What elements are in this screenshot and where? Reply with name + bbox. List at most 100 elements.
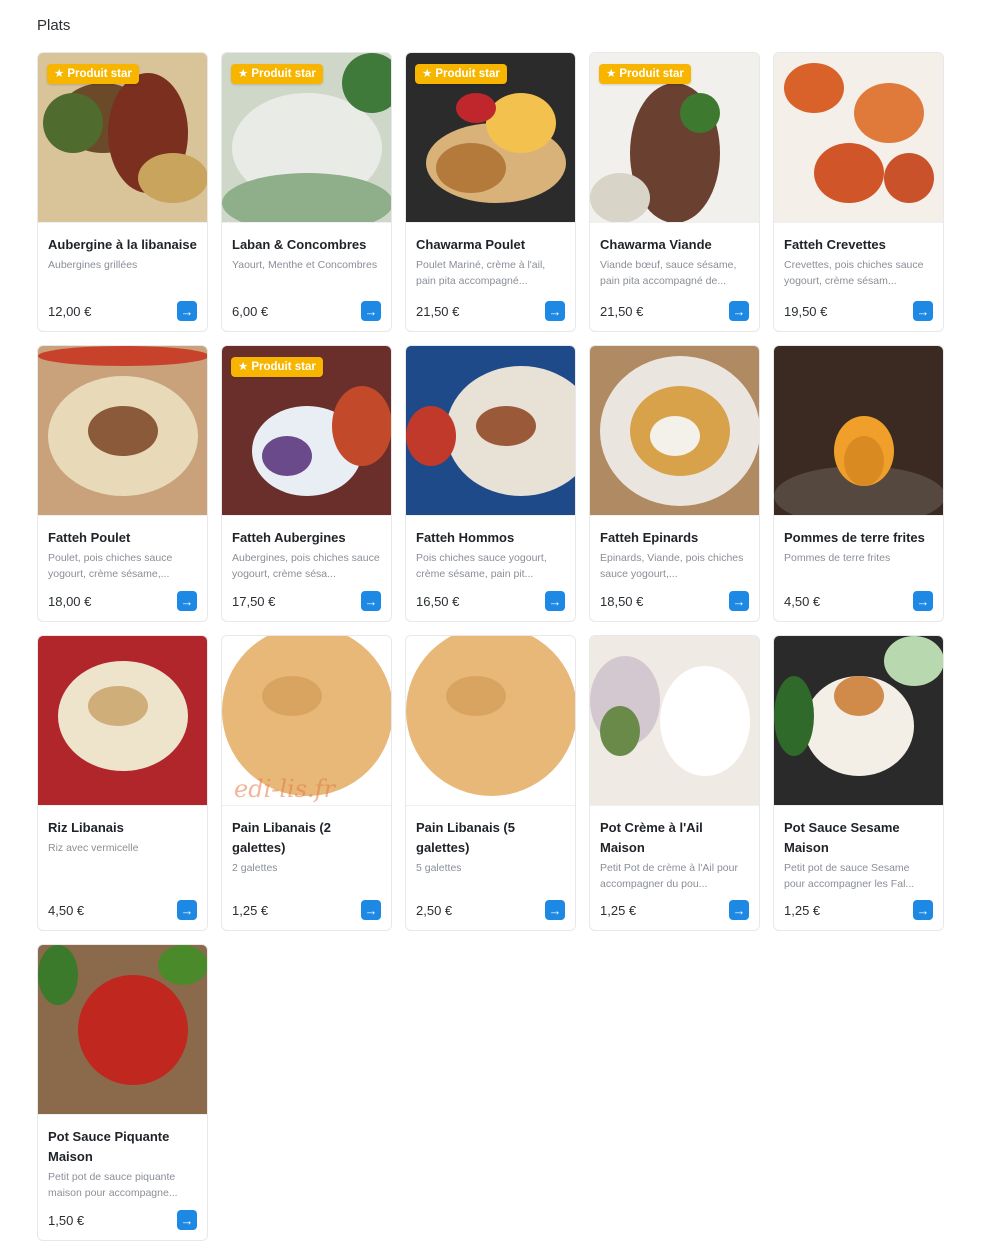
product-image[interactable]: ★ Produit star: [406, 53, 575, 223]
product-price: 1,50 €: [48, 1212, 85, 1228]
product-info: Pot Sauce Sesame Maison Petit pot de sauc…: [774, 806, 943, 930]
product-description: Petit pot de sauce piquante maison pour …: [48, 1171, 178, 1199]
product-description: 5 galettes: [416, 862, 462, 874]
view-product-button[interactable]: →: [177, 900, 197, 920]
product-name[interactable]: Chawarma Poulet: [416, 235, 565, 255]
product-image[interactable]: ★ Produit star: [222, 53, 391, 223]
product-image[interactable]: [590, 636, 759, 806]
product-image[interactable]: ★ Produit star: [590, 53, 759, 223]
view-product-button[interactable]: →: [177, 301, 197, 321]
view-product-button[interactable]: →: [913, 301, 933, 321]
product-card[interactable]: Pommes de terre frites Pommes de terre fr…: [773, 345, 944, 622]
product-image[interactable]: ★ Produit star: [222, 346, 391, 516]
view-product-button[interactable]: →: [729, 900, 749, 920]
product-name[interactable]: Aubergine à la libanaise: [48, 235, 197, 255]
product-name[interactable]: Pommes de terre frites: [784, 528, 933, 548]
product-description: Petit pot de sauce Sesame pour accompagn…: [784, 862, 915, 890]
product-card[interactable]: Pain Libanais (5 galettes) 5 galettes 2,50…: [405, 635, 576, 931]
product-image[interactable]: [38, 636, 207, 806]
product-card[interactable]: Pot Crème à l'Ail Maison Petit Pot de crè…: [589, 635, 760, 931]
product-image[interactable]: edi-lis.fr: [222, 636, 391, 806]
product-card[interactable]: ★ Produit star Chawarma Viande Viande bœuf,…: [589, 52, 760, 332]
arrow-right-icon: →: [732, 593, 746, 609]
arrow-right-icon: →: [364, 303, 378, 319]
product-price: 1,25 €: [232, 902, 269, 918]
product-name[interactable]: Pot Crème à l'Ail Maison: [600, 818, 749, 858]
arrow-right-icon: →: [548, 902, 562, 918]
product-footer: 2,50 € →: [416, 900, 565, 920]
product-image[interactable]: [406, 346, 575, 516]
product-price: 16,50 €: [416, 593, 460, 609]
product-image[interactable]: [774, 53, 943, 223]
product-name[interactable]: Fatteh Hommos: [416, 528, 565, 548]
product-image[interactable]: [406, 636, 575, 806]
product-price: 12,00 €: [48, 303, 92, 319]
product-name[interactable]: Pain Libanais (5 galettes): [416, 818, 565, 858]
product-info: Pain Libanais (2 galettes) 2 galettes 1,25…: [222, 806, 391, 930]
view-product-button[interactable]: →: [545, 301, 565, 321]
product-description: Pois chiches sauce yogourt, crème sésame…: [416, 552, 547, 580]
view-product-button[interactable]: →: [729, 591, 749, 611]
section-title: Plats: [37, 17, 71, 34]
product-price: 1,25 €: [600, 902, 637, 918]
product-card[interactable]: Fatteh Hommos Pois chiches sauce yogourt,…: [405, 345, 576, 622]
product-card[interactable]: edi-lis.fr Pain Libanais (2 galettes) 2 ga…: [221, 635, 392, 931]
product-name[interactable]: Fatteh Epinards: [600, 528, 749, 548]
product-card[interactable]: Pot Sauce Sesame Maison Petit pot de sauc…: [773, 635, 944, 931]
product-description: Poulet, pois chiches sauce yogourt, crèm…: [48, 552, 173, 580]
view-product-button[interactable]: →: [913, 591, 933, 611]
product-footer: 17,50 € →: [232, 591, 381, 611]
product-card[interactable]: ★ Produit star Chawarma Poulet Poulet Marin…: [405, 52, 576, 332]
arrow-right-icon: →: [548, 593, 562, 609]
product-card[interactable]: ★ Produit star Aubergine à la libanaise Aub…: [37, 52, 208, 332]
view-product-button[interactable]: →: [545, 900, 565, 920]
view-product-button[interactable]: →: [913, 900, 933, 920]
product-price: 18,50 €: [600, 593, 644, 609]
product-info: Fatteh Crevettes Crevettes, pois chiches …: [774, 223, 943, 331]
view-product-button[interactable]: →: [361, 301, 381, 321]
product-image[interactable]: [590, 346, 759, 516]
product-footer: 1,25 € →: [600, 900, 749, 920]
product-card[interactable]: ★ Produit star Fatteh Aubergines Aubergines…: [221, 345, 392, 622]
arrow-right-icon: →: [180, 593, 194, 609]
product-image[interactable]: ★ Produit star: [38, 53, 207, 223]
product-name[interactable]: Pot Sauce Piquante Maison: [48, 1127, 197, 1167]
product-info: Riz Libanais Riz avec vermicelle 4,50 € →: [38, 806, 207, 930]
product-footer: 19,50 € →: [784, 301, 933, 321]
product-card[interactable]: Fatteh Crevettes Crevettes, pois chiches …: [773, 52, 944, 332]
product-name[interactable]: Fatteh Crevettes: [784, 235, 933, 255]
arrow-right-icon: →: [180, 1212, 194, 1228]
product-footer: 1,50 € →: [48, 1210, 197, 1230]
product-name[interactable]: Fatteh Aubergines: [232, 528, 381, 548]
product-name[interactable]: Riz Libanais: [48, 818, 197, 838]
product-card[interactable]: Fatteh Poulet Poulet, pois chiches sauce …: [37, 345, 208, 622]
product-name[interactable]: Pain Libanais (2 galettes): [232, 818, 381, 858]
view-product-button[interactable]: →: [729, 301, 749, 321]
product-name[interactable]: Pot Sauce Sesame Maison: [784, 818, 933, 858]
product-card[interactable]: ★ Produit star Laban & Concombres Yaourt, M…: [221, 52, 392, 332]
product-name[interactable]: Laban & Concombres: [232, 235, 381, 255]
product-card[interactable]: Fatteh Epinards Epinards, Viande, pois ch…: [589, 345, 760, 622]
product-image[interactable]: [774, 346, 943, 516]
product-name[interactable]: Chawarma Viande: [600, 235, 749, 255]
product-description: Pommes de terre frites: [784, 552, 891, 564]
product-image[interactable]: [38, 945, 207, 1115]
product-description: Poulet Mariné, crème à l'ail, pain pita …: [416, 259, 546, 287]
product-price: 4,50 €: [48, 902, 85, 918]
view-product-button[interactable]: →: [177, 1210, 197, 1230]
product-card[interactable]: Riz Libanais Riz avec vermicelle 4,50 € →: [37, 635, 208, 931]
star-icon: ★: [54, 68, 65, 80]
arrow-right-icon: →: [180, 303, 194, 319]
arrow-right-icon: →: [364, 902, 378, 918]
product-image[interactable]: [38, 346, 207, 516]
product-price: 2,50 €: [416, 902, 453, 918]
view-product-button[interactable]: →: [177, 591, 197, 611]
product-name[interactable]: Fatteh Poulet: [48, 528, 197, 548]
product-card[interactable]: Pot Sauce Piquante Maison Petit pot de sa…: [37, 944, 208, 1241]
view-product-button[interactable]: →: [361, 591, 381, 611]
star-icon: ★: [238, 68, 249, 80]
product-price: 4,50 €: [784, 593, 821, 609]
product-image[interactable]: [774, 636, 943, 806]
view-product-button[interactable]: →: [361, 900, 381, 920]
view-product-button[interactable]: →: [545, 591, 565, 611]
